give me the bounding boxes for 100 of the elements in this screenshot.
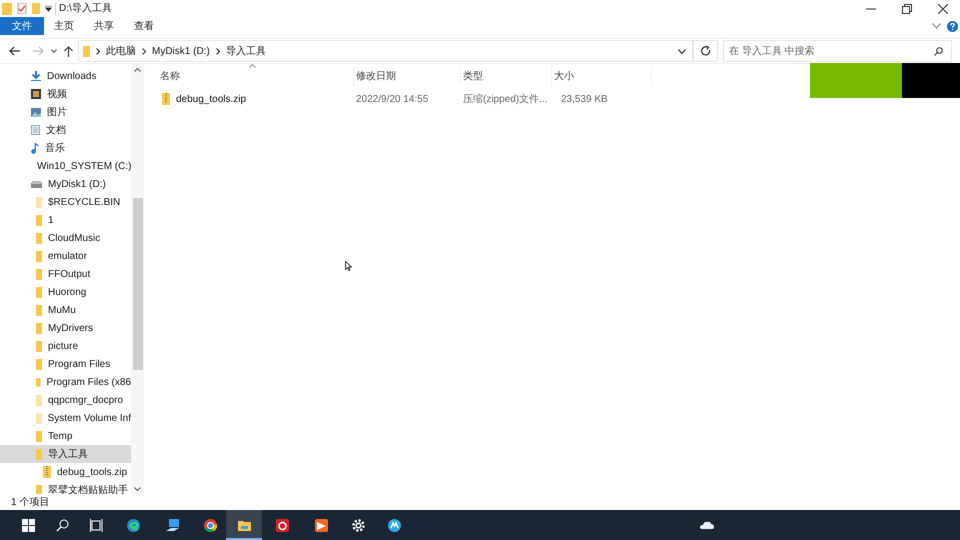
help-icon[interactable]: [947, 20, 958, 32]
sidebar-item[interactable]: 导入工具: [0, 445, 131, 463]
search-field[interactable]: 在 导入工具 中搜索: [723, 40, 952, 62]
chevron-right-icon: [216, 48, 220, 54]
checklist-icon[interactable]: [17, 3, 27, 14]
status-text: 1 个项目: [11, 496, 50, 510]
sidebar-item[interactable]: MyDrivers: [0, 319, 131, 337]
sidebar-item[interactable]: Downloads: [0, 67, 131, 85]
ribbon-tab[interactable]: 主页: [44, 17, 84, 35]
task-view-icon: [90, 518, 102, 532]
sidebar-item[interactable]: $RECYCLE.BIN: [0, 193, 131, 211]
table-cell-text: 2022/9/20 14:55: [356, 92, 428, 106]
sidebar-item[interactable]: debug_tools.zip: [0, 463, 131, 481]
folder-icon: [36, 430, 42, 442]
sidebar-item[interactable]: 视频: [0, 85, 131, 103]
folder-icon: [36, 484, 42, 494]
download-arrow-icon: [31, 71, 41, 81]
folder-icon: [36, 232, 42, 244]
folder-icon: [238, 518, 250, 532]
refresh-button[interactable]: [693, 40, 718, 62]
sidebar-item[interactable]: 1: [0, 211, 131, 229]
folder-icon: [36, 250, 42, 262]
ribbon-tab[interactable]: 查看: [124, 17, 164, 35]
sidebar-item[interactable]: 图片: [0, 103, 131, 121]
search-input[interactable]: 在 导入工具 中搜索: [729, 44, 934, 58]
column-header[interactable]: 名称: [158, 66, 354, 86]
table-cell-text: debug_tools.zip: [176, 92, 246, 106]
scroll-down-icon[interactable]: [134, 487, 141, 491]
sort-caret-icon: [249, 64, 256, 68]
file-row[interactable]: debug_tools.zip 2022/9/20 14:55 压缩(zipped)文件... 23,539 KB: [158, 90, 960, 108]
search-icon: [56, 518, 68, 532]
sidebar-item[interactable]: qqpcmgr_docpro: [0, 391, 131, 409]
window-title: D:\导入工具: [59, 2, 112, 16]
search-icon: [934, 46, 943, 56]
back-icon[interactable]: [9, 46, 20, 56]
sidebar-item[interactable]: picture: [0, 337, 131, 355]
ribbon-tab[interactable]: 共享: [84, 17, 124, 35]
mouse-cursor-icon: [345, 261, 352, 271]
folder-icon: [36, 358, 42, 370]
windows-logo-icon: [22, 518, 34, 532]
cloud-icon: [700, 521, 714, 529]
folder-icon: [36, 286, 42, 298]
sidebar-item[interactable]: Program Files (x86: [0, 373, 131, 391]
sidebar-item[interactable]: Program Files: [0, 355, 131, 373]
refresh-icon: [700, 46, 710, 56]
sidebar-item[interactable]: 文档: [0, 121, 131, 139]
folder-icon: [36, 304, 42, 316]
sidebar-item[interactable]: Huorong: [0, 283, 131, 301]
folder-icon: [36, 196, 42, 208]
m-app-icon: [388, 518, 400, 532]
sidebar-item[interactable]: FFOutput: [0, 265, 131, 283]
folder-icon: [2, 2, 12, 14]
address-bar[interactable]: 此电脑 MyDisk1 (D:) 导入工具: [78, 40, 693, 62]
folder-icon: [36, 376, 41, 388]
sidebar-item[interactable]: Temp: [0, 427, 131, 445]
document-icon: [31, 125, 40, 135]
breadcrumb-link[interactable]: MyDisk1 (D:): [152, 44, 210, 58]
breadcrumb-link[interactable]: 导入工具: [226, 44, 266, 58]
column-header[interactable]: 修改日期: [354, 66, 461, 86]
taskbar-button[interactable]: [226, 510, 262, 540]
folder-icon: [36, 268, 42, 280]
dropdown-icon[interactable]: [45, 6, 52, 12]
ribbon-tab[interactable]: 文件: [0, 17, 44, 35]
breadcrumb-link[interactable]: 此电脑: [106, 44, 136, 58]
sidebar-item[interactable]: MyDisk1 (D:): [0, 175, 131, 193]
scrollbar-thumb[interactable]: [132, 198, 142, 370]
folder-icon: [83, 46, 90, 56]
sidebar-item[interactable]: 音乐: [0, 139, 131, 157]
film-icon: [31, 89, 41, 99]
chevron-right-icon: [96, 48, 100, 54]
settings-icon: [352, 518, 364, 532]
zip-file-icon: [43, 466, 51, 478]
chevron-down-icon[interactable]: [678, 48, 686, 54]
close-icon[interactable]: [938, 4, 948, 14]
folder-icon: [36, 214, 42, 226]
restore-icon[interactable]: [902, 4, 912, 14]
music-note-icon: [31, 142, 39, 154]
column-header[interactable]: 类型: [461, 66, 552, 86]
sidebar-item[interactable]: CloudMusic: [0, 229, 131, 247]
sidebar-item[interactable]: 翠擘文档贴贴助手: [0, 481, 131, 494]
picture-icon: [31, 108, 41, 116]
sidebar-item[interactable]: MuMu: [0, 301, 131, 319]
folder-icon: [36, 322, 42, 334]
swirl-icon: [126, 518, 140, 532]
music-app-icon: [276, 518, 288, 532]
sidebar-item[interactable]: Win10_SYSTEM (C:): [0, 157, 131, 175]
chrome-icon: [204, 518, 216, 532]
folder-icon: [36, 394, 42, 406]
chevron-down-icon[interactable]: [51, 49, 57, 53]
zip-file-icon: [162, 93, 170, 105]
folder-icon: [36, 340, 42, 352]
folder-icon: [36, 448, 42, 460]
scroll-up-icon[interactable]: [134, 68, 141, 72]
up-arrow-icon[interactable]: [64, 46, 73, 56]
chevron-right-icon: [142, 48, 146, 54]
drive-icon: [31, 180, 42, 188]
table-cell-text: 23,539 KB: [561, 92, 608, 106]
column-header[interactable]: 大小: [552, 66, 652, 86]
sidebar-item[interactable]: System Volume Inf: [0, 409, 131, 427]
sidebar-item[interactable]: emulator: [0, 247, 131, 265]
